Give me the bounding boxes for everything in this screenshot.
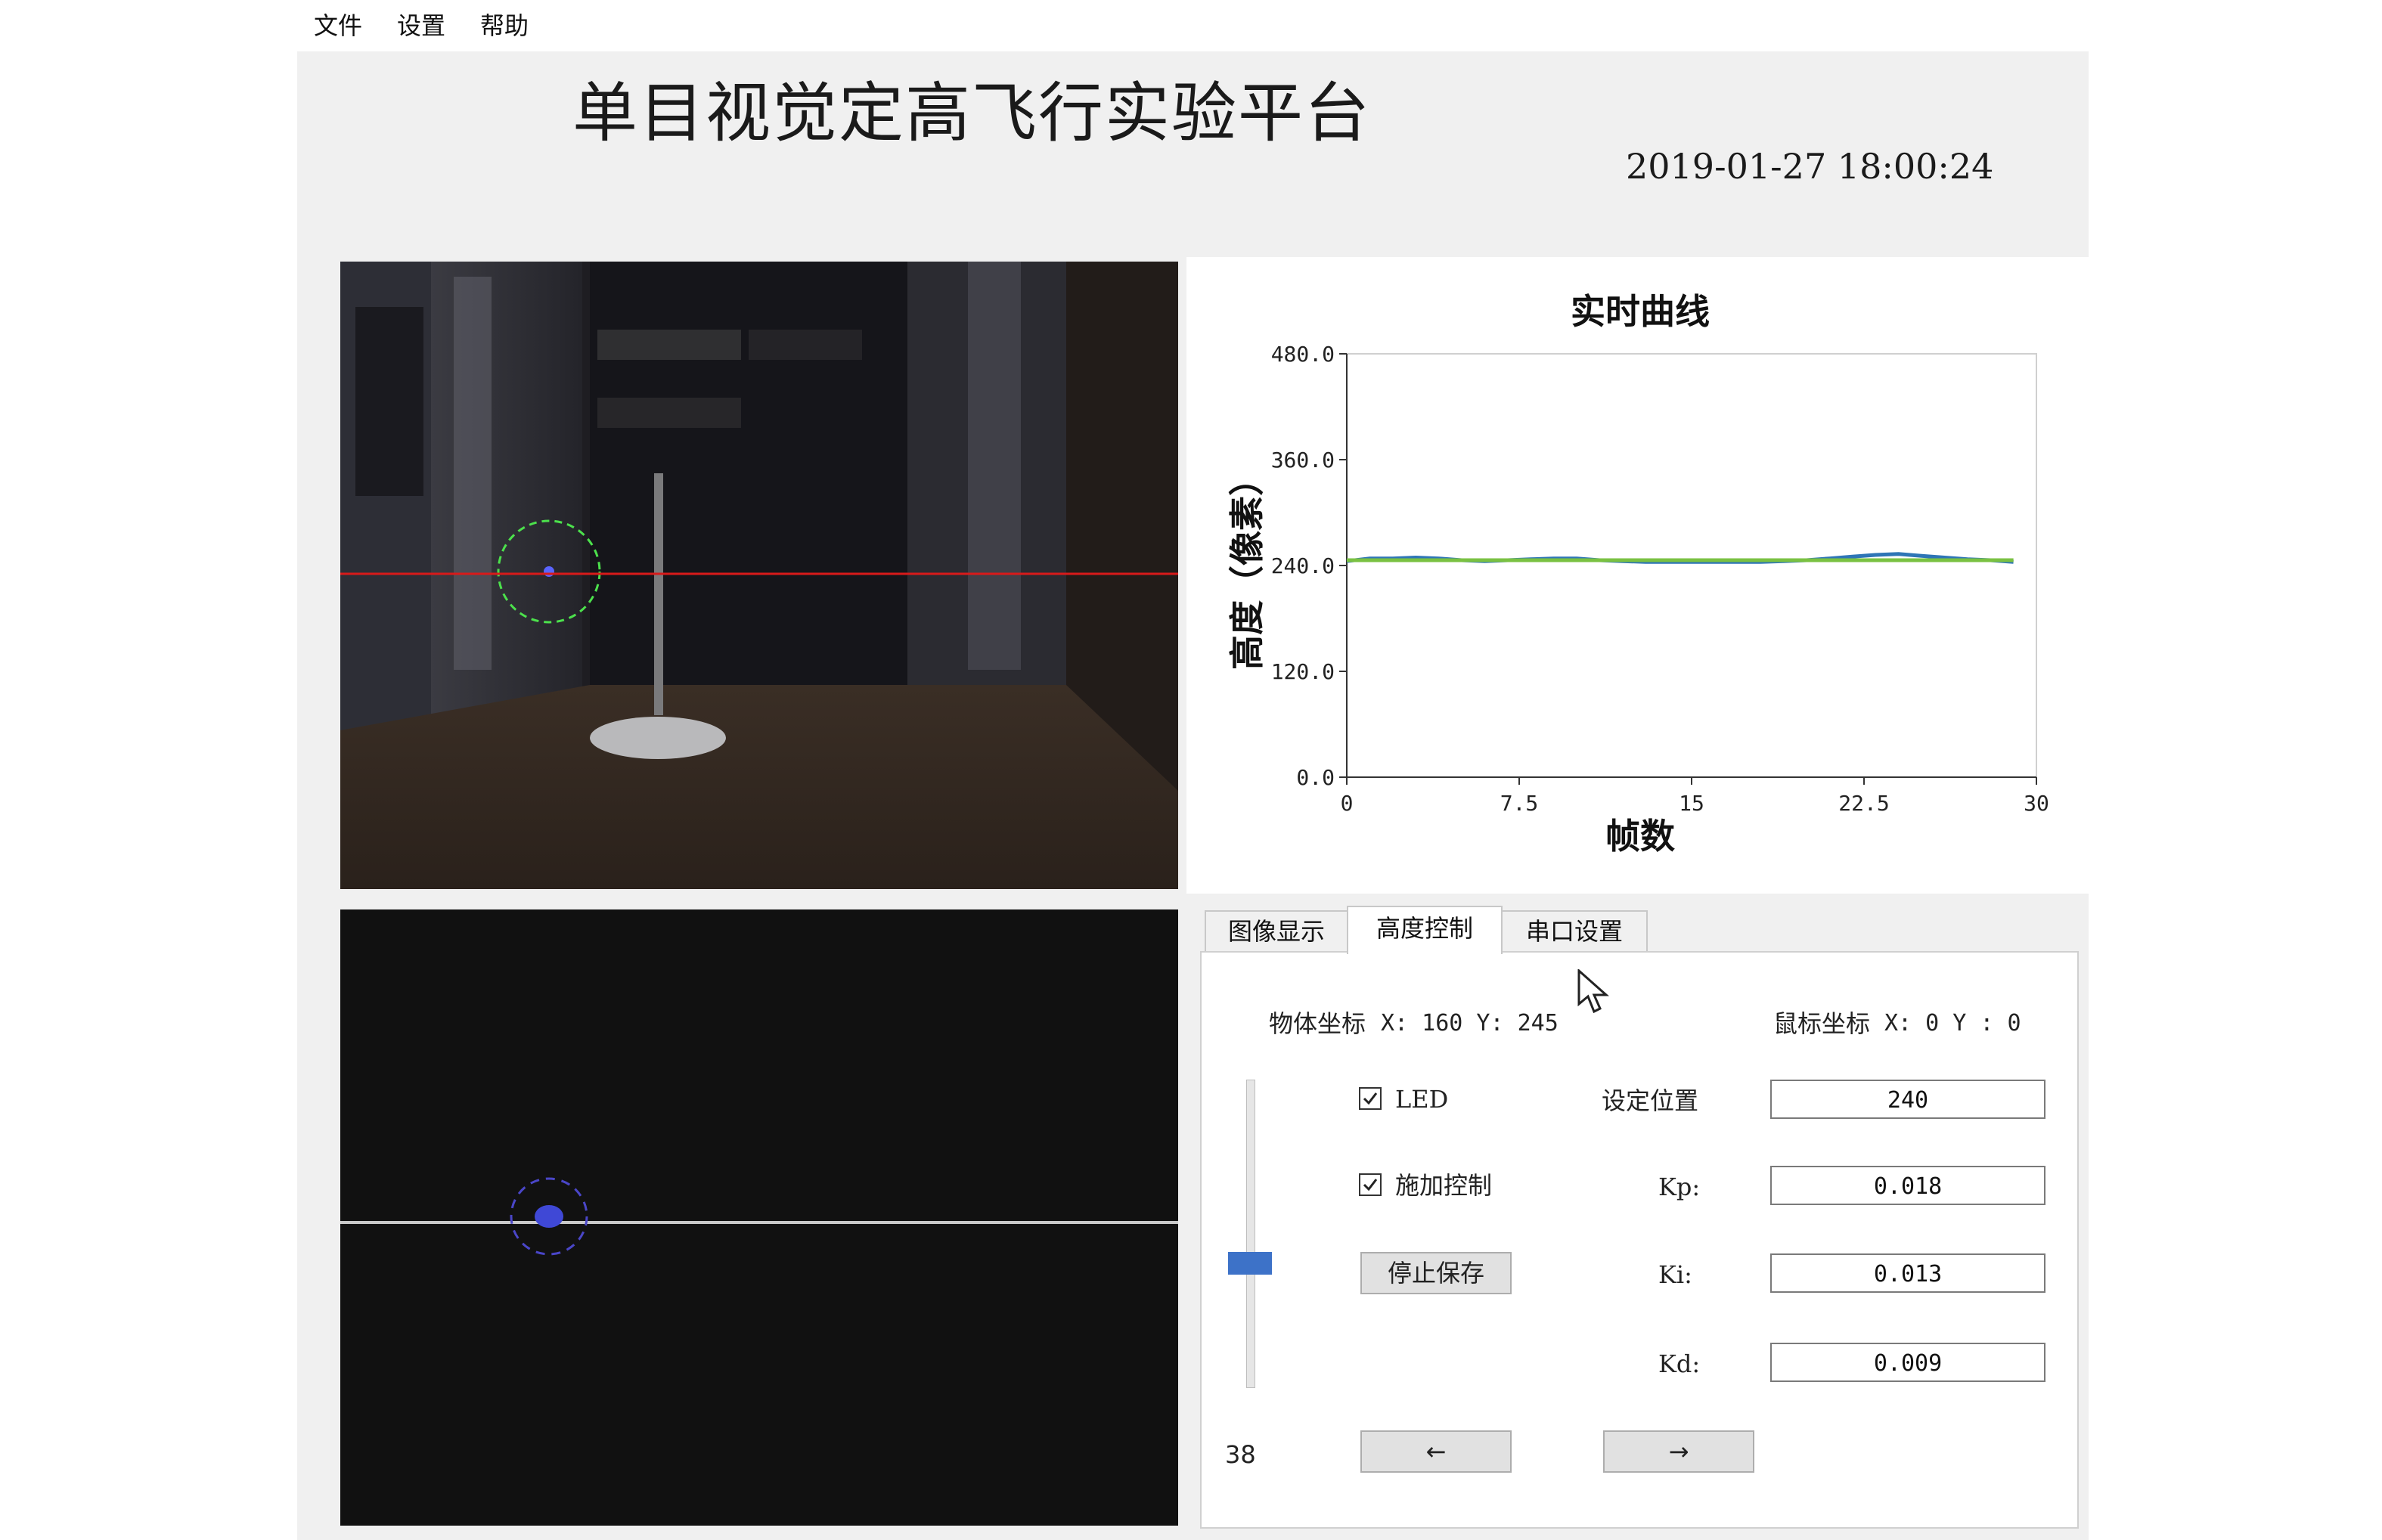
plot-area <box>1346 353 2037 778</box>
setpoint-label: 设定位置 <box>1602 1086 1699 1115</box>
y-axis-label: 高度（像素） <box>1227 461 1267 670</box>
y-tick-label: 240.0 <box>1271 553 1335 578</box>
y-tick-label: 480.0 <box>1271 342 1335 367</box>
object-coord-label: 物体坐标 <box>1269 1009 1366 1038</box>
page-title: 单目视觉定高飞行实验平台 <box>572 76 1371 151</box>
camera-view[interactable] <box>340 262 1178 889</box>
checkmark-icon <box>1363 1092 1378 1105</box>
apply-control-checkbox[interactable] <box>1359 1173 1382 1196</box>
y-tick-label: 0.0 <box>1296 765 1335 790</box>
led-checkbox[interactable] <box>1359 1087 1382 1110</box>
x-tick-label: 30 <box>2024 791 2049 816</box>
realtime-chart: 实时曲线 0.0 120.0 240.0 360.0 480.0 0 7.5 15 22.5 3… <box>1227 291 2049 857</box>
slider-value: 38 <box>1225 1440 1256 1469</box>
setpoint-field[interactable]: 240 <box>1770 1080 2045 1119</box>
right-arrow-button[interactable]: → <box>1603 1430 1754 1473</box>
menu-settings[interactable]: 设置 <box>397 11 445 41</box>
mouse-cursor-icon <box>1577 969 1609 1014</box>
camera-image <box>340 262 1178 889</box>
apply-control-label: 施加控制 <box>1395 1171 1493 1200</box>
led-label: LED <box>1395 1085 1449 1114</box>
chart-title: 实时曲线 <box>1571 291 1710 332</box>
realtime-chart-panel: 实时曲线 0.0 120.0 240.0 360.0 480.0 0 7.5 15 22.5 3… <box>1186 257 2090 894</box>
object-coord-value: X: 160 Y: 245 <box>1381 1010 1559 1036</box>
menu-file[interactable]: 文件 <box>314 11 362 41</box>
y-tick-label: 120.0 <box>1271 659 1335 684</box>
kp-field[interactable]: 0.018 <box>1770 1166 2045 1205</box>
kd-label: Kd: <box>1658 1349 1701 1378</box>
x-tick-label: 7.5 <box>1500 791 1539 816</box>
mouse-coord-label: 鼠标坐标 <box>1773 1009 1871 1038</box>
checkmark-icon <box>1363 1179 1378 1191</box>
x-tick-label: 0 <box>1341 791 1354 816</box>
stop-save-button[interactable]: 停止保存 <box>1360 1252 1512 1294</box>
kp-label: Kp: <box>1658 1173 1701 1201</box>
menu-bar: 文件 设置 帮助 <box>0 0 2382 51</box>
kd-field[interactable]: 0.009 <box>1770 1343 2045 1382</box>
tab-image-display[interactable]: 图像显示 <box>1205 910 1348 951</box>
left-arrow-icon: ← <box>1425 1437 1447 1466</box>
menu-help[interactable]: 帮助 <box>480 11 529 41</box>
ki-field[interactable]: 0.013 <box>1770 1253 2045 1293</box>
y-tick-label: 360.0 <box>1271 448 1335 473</box>
right-arrow-icon: → <box>1668 1437 1689 1466</box>
mask-view[interactable] <box>340 909 1178 1526</box>
ki-label: Ki: <box>1658 1260 1692 1289</box>
x-tick-label: 15 <box>1679 791 1704 816</box>
tab-height-control[interactable]: 高度控制 <box>1347 906 1503 954</box>
mask-image <box>340 909 1178 1526</box>
mouse-coord-value: X: 0 Y : 0 <box>1884 1010 2021 1036</box>
x-tick-label: 22.5 <box>1838 791 1889 816</box>
left-arrow-button[interactable]: ← <box>1360 1430 1512 1473</box>
tab-serial-settings[interactable]: 串口设置 <box>1501 910 1648 951</box>
x-axis-label: 帧数 <box>1605 816 1675 857</box>
slider-track[interactable] <box>1246 1080 1255 1388</box>
slider-thumb[interactable] <box>1228 1252 1272 1275</box>
datetime-display: 2019-01-27 18:00:24 <box>1626 146 1994 187</box>
